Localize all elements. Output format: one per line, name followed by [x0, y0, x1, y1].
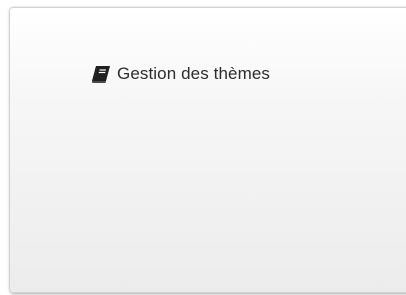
tile-label: Gestion des thèmes [117, 64, 270, 83]
tile-header: Gestion des thèmes [90, 64, 270, 84]
themes-management-tile[interactable]: Gestion des thèmes [9, 7, 406, 293]
book-icon [90, 64, 112, 84]
